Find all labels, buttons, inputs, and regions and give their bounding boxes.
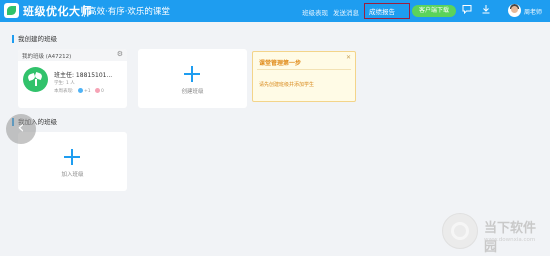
nav-class-performance[interactable]: 班级表现 (302, 7, 328, 17)
close-icon[interactable]: ✕ (346, 54, 351, 61)
top-bar: 班级优化大师 高效·有序·欢乐的课堂 班级表现 发送消息 成绩报告 客户端下载 … (0, 0, 550, 22)
client-download-button[interactable]: 客户端下载 (412, 5, 457, 17)
app-logo-icon (4, 3, 19, 18)
positive-count: +1 (83, 89, 91, 94)
my-classes-title: 我创建的班级 (12, 35, 57, 43)
positive-dot-icon (77, 88, 83, 93)
performance-label: 本周表现: (54, 89, 74, 94)
brand-divider (84, 5, 85, 17)
download-icon[interactable] (480, 4, 492, 16)
class-teacher: 班主任: 18815101... (54, 72, 113, 79)
watermark-logo-icon (442, 213, 478, 249)
message-icon[interactable] (461, 4, 473, 16)
create-class-label: 创建班级 (181, 89, 204, 95)
nav-grade-report[interactable]: 成绩报告 (364, 3, 410, 19)
gear-icon[interactable]: ⚙ (117, 50, 123, 58)
back-arrow-icon[interactable]: ‹ (6, 114, 36, 144)
negative-count: 0 (101, 89, 104, 94)
plus-icon (64, 149, 80, 165)
tooltip-divider (257, 69, 351, 70)
user-avatar[interactable] (508, 4, 521, 17)
user-name[interactable]: 周老师 (524, 7, 542, 16)
brand-name: 班级优化大师 (23, 5, 92, 18)
class-name-id: 我的班级 (A47212) (22, 54, 72, 60)
site-watermark: 当下软件园 www.downxia.com (442, 213, 546, 255)
brand-slogan: 高效·有序·欢乐的课堂 (88, 7, 170, 17)
class-card[interactable]: 我的班级 (A47212) ⚙ 班主任: 18815101... 学生: 1 人… (18, 49, 127, 108)
guide-tooltip: 课堂管理第一步 ✕ 请先创建班级并添加学生 (252, 51, 356, 102)
watermark-title: 当下软件园 (484, 221, 537, 255)
class-card-header: 我的班级 (A47212) ⚙ (18, 49, 127, 61)
class-weekly-performance: 本周表现: +1 0 (54, 88, 104, 94)
nav-send-message[interactable]: 发送消息 (333, 7, 359, 17)
create-class-card[interactable]: 创建班级 (138, 49, 247, 108)
join-class-label: 加入班级 (61, 172, 84, 178)
watermark-url: www.downxia.com (484, 237, 536, 243)
negative-dot-icon (95, 88, 101, 93)
join-class-card[interactable]: 加入班级 (18, 132, 127, 191)
tooltip-title: 课堂管理第一步 (259, 60, 302, 67)
class-logo-icon (23, 67, 48, 92)
plus-icon (184, 66, 200, 82)
tooltip-text: 请先创建班级并添加学生 (259, 82, 315, 88)
class-student-count: 学生: 1 人 (54, 81, 75, 86)
